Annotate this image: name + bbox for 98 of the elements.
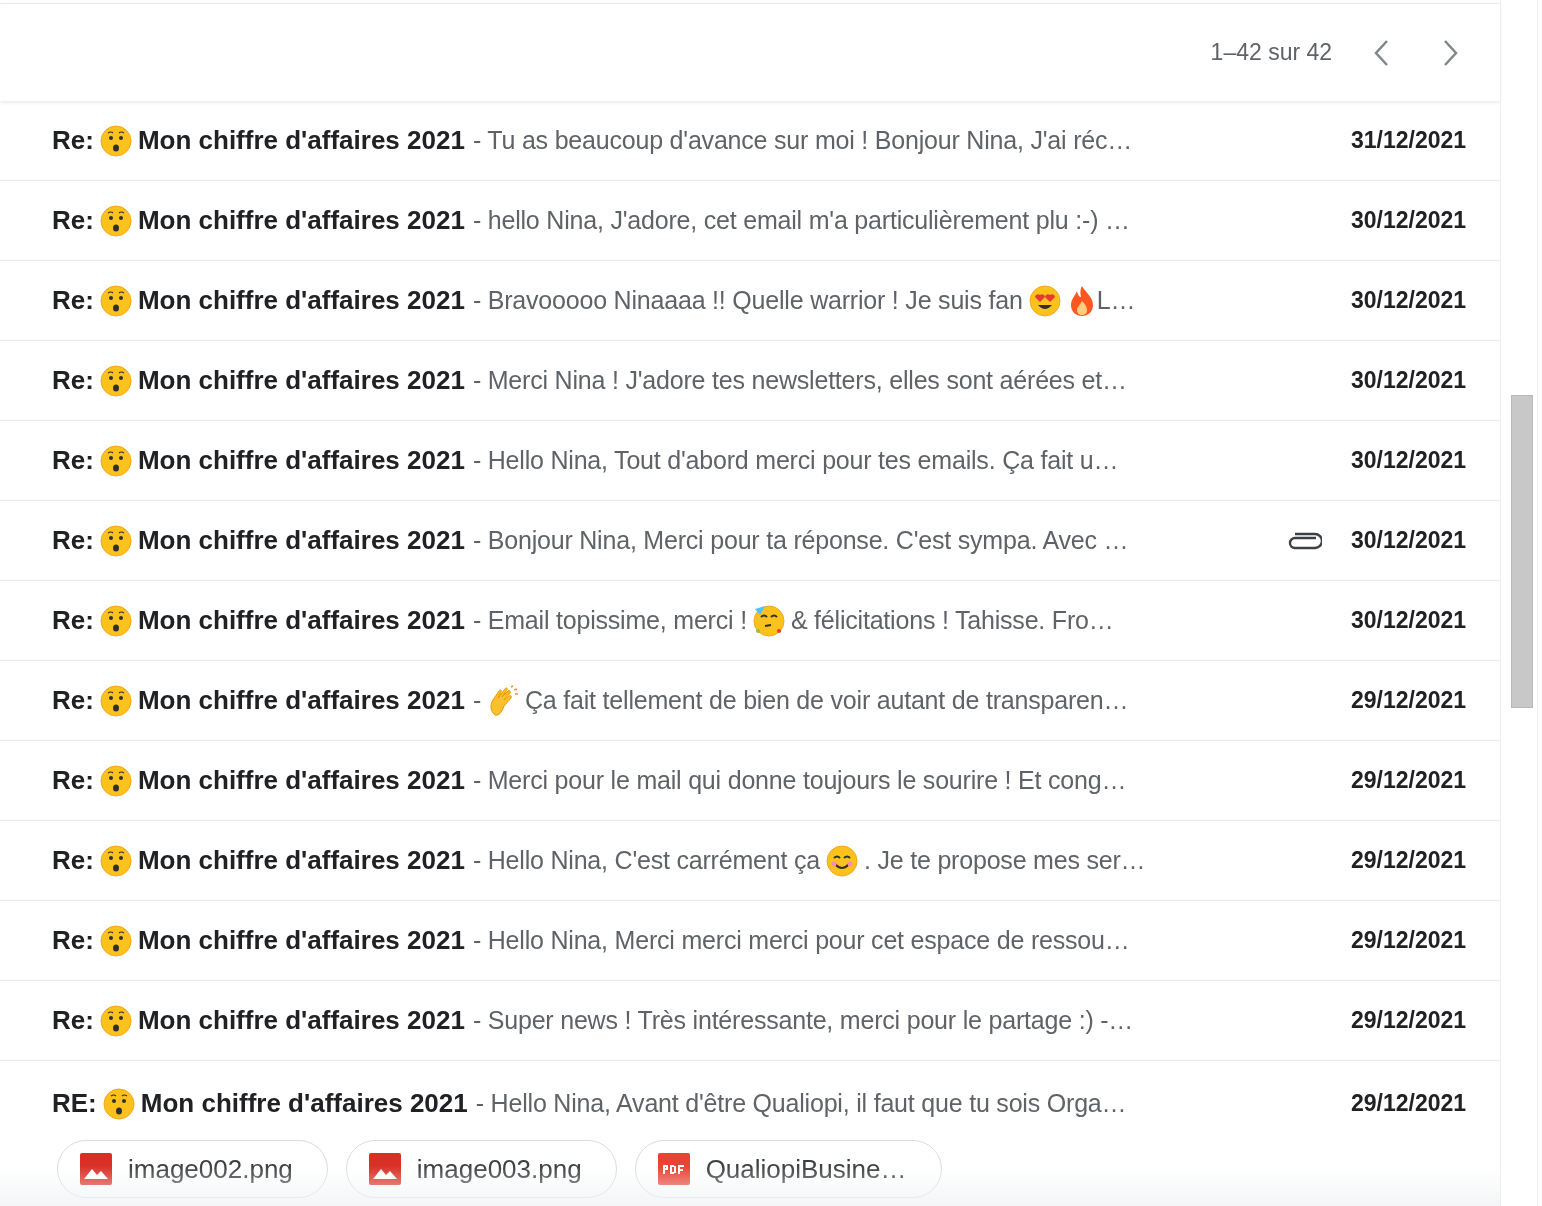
reply-prefix: Re:	[52, 684, 94, 717]
email-snippet: . Je te propose mes ser…	[864, 844, 1146, 876]
email-date: 30/12/2021	[1349, 366, 1467, 396]
email-subject: Mon chiffre d'affaires 2021	[137, 684, 465, 717]
email-subject: Mon chiffre d'affaires 2021	[137, 764, 465, 797]
email-snippet: - Hello Nina, C'est carrément ça	[472, 844, 820, 876]
email-snippet: - hello Nina, J'adore, cet email m'a particulièrement plu :-) …	[472, 204, 1130, 236]
email-row[interactable]: RE: Mon chiffre d'affaires 2021 - Hello Nina, Avant d'être Qualiopi, il faut que tu sois Orga… 29/12/2021 image002.png image003.png QualiopiBusine…	[0, 1061, 1501, 1206]
smiling-face-icon	[826, 844, 858, 877]
email-subject: Mon chiffre d'affaires 2021	[137, 124, 465, 157]
email-subject: Mon chiffre d'affaires 2021	[137, 1004, 465, 1037]
flame-icon	[1068, 284, 1095, 317]
hushed-face-icon	[99, 124, 132, 157]
hushed-face-icon	[99, 844, 132, 877]
email-snippet: - Tu as beaucoup d'avance sur moi ! Bonjour Nina, J'ai réc…	[472, 124, 1133, 156]
hushed-face-icon	[102, 1087, 135, 1120]
email-subject: Mon chiffre d'affaires 2021	[137, 284, 465, 317]
email-snippet: - Merci pour le mail qui donne toujours le sourire ! Et cong…	[472, 764, 1127, 796]
email-row[interactable]: Re: Mon chiffre d'affaires 2021 - Ça fait tellement de bien de voir autant de transparen… 29/12/2021	[0, 661, 1501, 741]
email-date: 30/12/2021	[1349, 446, 1467, 476]
hushed-face-icon	[99, 684, 132, 717]
email-row[interactable]: Re: Mon chiffre d'affaires 2021 - Bonjour Nina, Merci pour ta réponse. C'est sympa. Avec … 30/12/2021	[0, 501, 1501, 581]
email-snippet: L…	[1096, 284, 1136, 316]
reply-prefix: Re:	[52, 604, 94, 637]
email-snippet: - Hello Nina, Merci merci merci pour cet espace de ressou…	[472, 924, 1130, 956]
email-snippet: - Hello Nina, Avant d'être Qualiopi, il faut que tu sois Orga…	[475, 1087, 1127, 1119]
email-date: 29/12/2021	[1349, 686, 1467, 716]
reply-prefix: RE:	[52, 1087, 97, 1120]
email-snippet: - Merci Nina ! J'adore tes newsletters, elles sont aérées et…	[472, 364, 1127, 396]
party-face-icon	[752, 604, 785, 637]
email-date: 31/12/2021	[1349, 126, 1467, 156]
attachment-chip[interactable]: QualiopiBusine…	[634, 1140, 942, 1198]
email-row[interactable]: Re: Mon chiffre d'affaires 2021 - Merci pour le mail qui donne toujours le sourire ! Et cong… 29/12/2021	[0, 741, 1501, 821]
hushed-face-icon	[99, 604, 132, 637]
email-snippet: - Email topissime, merci !	[472, 604, 747, 636]
reply-prefix: Re:	[52, 204, 94, 237]
email-date: 30/12/2021	[1349, 526, 1467, 556]
image-file-icon	[80, 1153, 112, 1185]
email-subject: Mon chiffre d'affaires 2021	[137, 364, 465, 397]
email-date: 29/12/2021	[1349, 1089, 1467, 1119]
email-row[interactable]: Re: Mon chiffre d'affaires 2021 - hello Nina, J'adore, cet email m'a particulièrement plu :-) … 30/12/2021	[0, 181, 1501, 261]
email-snippet: - Bravooooo Ninaaaa !! Quelle warrior ! Je suis fan	[472, 284, 1023, 316]
attachment-chip[interactable]: image003.png	[345, 1140, 617, 1198]
reply-prefix: Re:	[52, 524, 94, 557]
reply-prefix: Re:	[52, 364, 94, 397]
email-row[interactable]: Re: Mon chiffre d'affaires 2021 - Merci Nina ! J'adore tes newsletters, elles sont aérées et… 30/12/2021	[0, 341, 1501, 421]
pdf-file-icon	[657, 1153, 690, 1185]
email-subject: Mon chiffre d'affaires 2021	[137, 924, 465, 957]
reply-prefix: Re:	[52, 284, 94, 317]
pagination-range: 1–42 sur 42	[1210, 38, 1333, 68]
email-subject: Mon chiffre d'affaires 2021	[137, 204, 465, 237]
email-snippet: - Bonjour Nina, Merci pour ta réponse. C'est sympa. Avec …	[472, 524, 1129, 556]
hushed-face-icon	[99, 204, 132, 237]
email-subject: Mon chiffre d'affaires 2021	[137, 444, 465, 477]
email-row[interactable]: Re: Mon chiffre d'affaires 2021 - Bravooooo Ninaaaa !! Quelle warrior ! Je suis fan L… 30/12/2021	[0, 261, 1501, 341]
email-date: 30/12/2021	[1349, 206, 1467, 236]
attachment-chip[interactable]: image002.png	[57, 1140, 328, 1198]
heart-eyes-face-icon	[1028, 284, 1061, 317]
reply-prefix: Re:	[52, 444, 94, 477]
email-snippet: - Super news ! Très intéressante, merci pour le partage :) -…	[472, 1004, 1134, 1036]
email-row[interactable]: Re: Mon chiffre d'affaires 2021 - Tu as beaucoup d'avance sur moi ! Bonjour Nina, J'ai réc… 31/12/2021	[0, 101, 1501, 181]
hushed-face-icon	[99, 364, 132, 397]
email-row[interactable]: Re: Mon chiffre d'affaires 2021 - Hello Nina, C'est carrément ça . Je te propose mes ser… 29/12/2021	[0, 821, 1501, 901]
reply-prefix: Re:	[52, 124, 94, 157]
email-date: 30/12/2021	[1349, 606, 1467, 636]
email-date: 29/12/2021	[1349, 766, 1467, 796]
attachment-name: image002.png	[128, 1152, 293, 1186]
clapping-hands-icon	[487, 684, 519, 717]
attachment-name: image003.png	[416, 1152, 582, 1186]
scrollbar-thumb[interactable]	[1511, 395, 1534, 708]
reply-prefix: Re:	[52, 1004, 94, 1037]
hushed-face-icon	[99, 524, 132, 557]
reply-prefix: Re:	[52, 924, 94, 957]
email-subject: Mon chiffre d'affaires 2021	[137, 604, 465, 637]
email-date: 29/12/2021	[1349, 926, 1467, 956]
email-date: 29/12/2021	[1349, 1006, 1467, 1036]
email-snippet: - Hello Nina, Tout d'abord merci pour tes emails. Ça fait u…	[472, 444, 1119, 476]
hushed-face-icon	[99, 444, 132, 477]
email-row[interactable]: Re: Mon chiffre d'affaires 2021 - Email topissime, merci ! & félicitations ! Tahisse. Fro… 30/12/2021	[0, 581, 1501, 661]
email-row[interactable]: Re: Mon chiffre d'affaires 2021 - Hello Nina, Merci merci merci pour cet espace de ressou… 29/12/2021	[0, 901, 1501, 981]
reply-prefix: Re:	[52, 844, 94, 877]
email-date: 30/12/2021	[1349, 286, 1467, 316]
email-subject: Mon chiffre d'affaires 2021	[137, 844, 465, 877]
attachment-name: QualiopiBusine…	[705, 1152, 907, 1186]
image-file-icon	[368, 1153, 401, 1185]
reply-prefix: Re:	[52, 764, 94, 797]
hushed-face-icon	[99, 1004, 132, 1037]
hushed-face-icon	[99, 924, 132, 957]
hushed-face-icon	[99, 284, 132, 317]
email-subject: Mon chiffre d'affaires 2021	[140, 1087, 468, 1120]
email-row[interactable]: Re: Mon chiffre d'affaires 2021 - Super news ! Très intéressante, merci pour le partage :) -… 29/12/2021	[0, 981, 1501, 1061]
email-snippet: Ça fait tellement de bien de voir autant de transparen…	[525, 684, 1129, 716]
email-subject: Mon chiffre d'affaires 2021	[137, 524, 465, 557]
email-snippet: -	[472, 684, 481, 716]
email-row[interactable]: Re: Mon chiffre d'affaires 2021 - Hello Nina, Tout d'abord merci pour tes emails. Ça fait u… 30/12/2021	[0, 421, 1501, 501]
hushed-face-icon	[99, 764, 132, 797]
email-snippet: & félicitations ! Tahisse. Fro…	[790, 604, 1114, 636]
email-date: 29/12/2021	[1349, 846, 1467, 876]
